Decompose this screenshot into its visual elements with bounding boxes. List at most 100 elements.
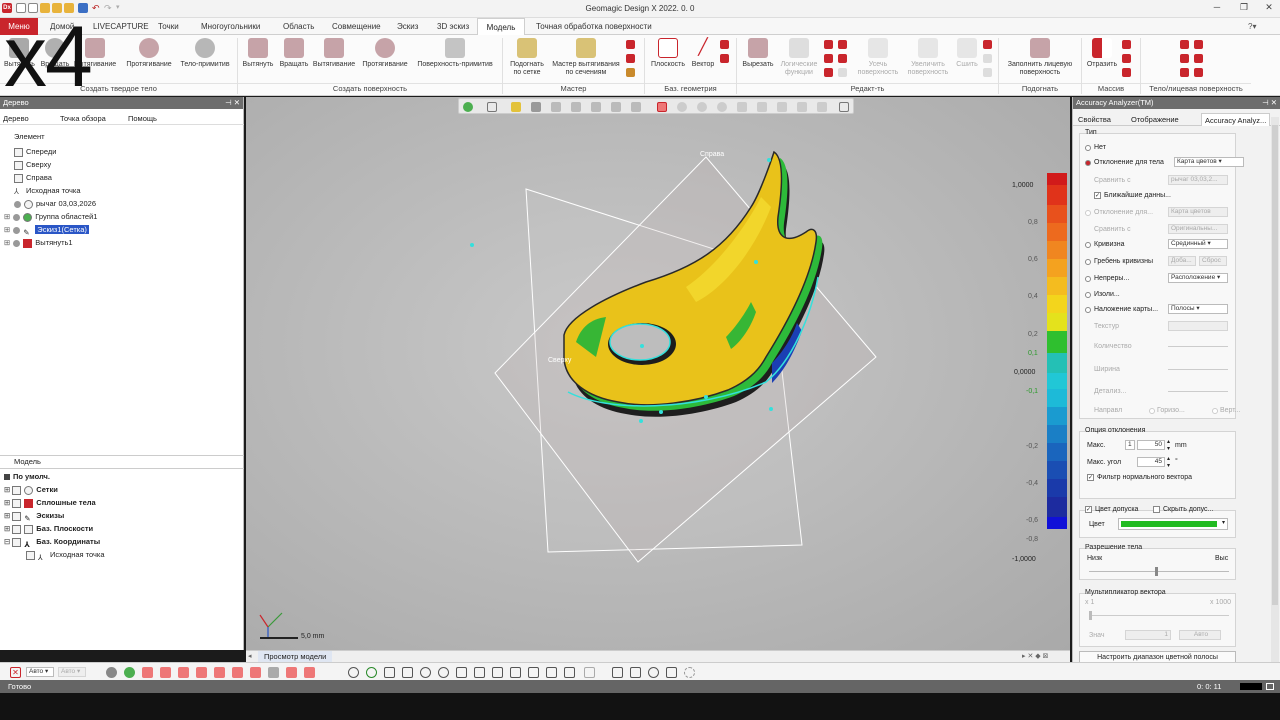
edit-small-icon-1[interactable] [824,40,833,49]
color-scale-bar[interactable] [1046,173,1070,573]
select-box-icon[interactable] [384,667,395,678]
tree-item-right[interactable]: Справа [14,171,52,184]
visibility-dot-icon[interactable] [13,239,21,247]
pattern-small-icon-2[interactable] [1122,54,1131,63]
select-region-icon[interactable] [366,667,377,678]
radio-deviation2[interactable] [1085,210,1091,216]
filter-region-icon[interactable] [124,667,135,678]
boolean-button[interactable]: Логические функции [776,38,822,77]
measure-3-icon[interactable] [648,667,659,678]
filter-vector-icon[interactable] [286,667,297,678]
settings-icon[interactable] [684,667,695,678]
nearest-checkbox[interactable]: ✓ [1094,192,1101,199]
plane-button[interactable]: Плоскость [648,38,688,69]
edit-small-icon-4[interactable] [838,54,847,63]
master-small-icon-1[interactable] [626,40,635,49]
visibility-checkbox[interactable] [12,498,22,508]
collapse-icon[interactable]: ⊟ [4,537,10,546]
value-input[interactable]: 1 [1125,630,1171,640]
filter-vertex-icon[interactable] [178,667,189,678]
panel-scrollbar[interactable] [1271,117,1279,662]
measure-icon[interactable] [612,667,623,678]
model-view-tab[interactable]: Просмотр модели [258,651,333,662]
visibility-checkbox[interactable] [12,524,22,534]
surface-primitive-button[interactable]: Поверхность-примитив [412,38,498,69]
select-mode-1-select[interactable]: Авто ▾ [26,667,54,677]
tolerance-color-picker[interactable]: ▾ [1118,518,1228,530]
auto-value-button[interactable]: Авто [1179,630,1221,640]
measure-4-icon[interactable] [666,667,677,678]
tab-scroll-left-icon[interactable]: ◂ [248,652,252,660]
filter-curve-icon[interactable] [232,667,243,678]
vector-mult-slider[interactable] [1089,611,1229,620]
select-mode-2-select[interactable]: Авто ▾ [58,667,86,677]
model-item-origin[interactable]: ⅄ Исходная точка [26,548,105,562]
tab-region[interactable]: Область [278,18,319,35]
edit-small-icon-8[interactable] [983,54,992,63]
tab-3d-sketch[interactable]: 3D эскиз [432,18,474,35]
compare2-select[interactable]: Оригинальны... [1168,224,1228,234]
radio-horizontal[interactable] [1149,408,1155,414]
layout-icon[interactable] [584,667,595,678]
expand-icon[interactable]: ⊞ [4,485,10,494]
tree-item-origin[interactable]: ⅄ Исходная точка [14,184,81,197]
width-slider[interactable] [1168,369,1228,370]
expand-icon[interactable]: ⊞ [4,225,10,234]
expand-icon[interactable]: ⊞ [4,524,10,533]
tab-help[interactable]: Помощь [128,114,157,123]
visibility-checkbox[interactable] [12,511,22,521]
vector-button[interactable]: ╱ Вектор [688,38,718,69]
tab-accuracy-analyzer[interactable]: Accuracy Analyz... [1201,113,1271,126]
deviation2-select[interactable]: Карта цветов [1168,207,1228,217]
body-small-icon-5[interactable] [1180,68,1189,77]
mesh-fit-button[interactable]: Подогнать по сетке [506,38,548,77]
deviation-select[interactable]: Карта цветов ▾ [1174,157,1244,167]
cut-button[interactable]: Вырезать [740,38,776,69]
geom-small-icon-2[interactable] [720,54,729,63]
tab-scroll-right-icon[interactable]: ▸ ✕ ◆ ⊠ [1022,652,1048,660]
filter-edge-icon[interactable] [160,667,171,678]
count-slider[interactable] [1168,346,1228,347]
part-hole[interactable] [609,323,671,361]
comb-reset-button[interactable]: Сброс [1199,256,1227,266]
max-unit-toggle[interactable]: 1 [1125,440,1135,450]
max-input[interactable]: 50 [1137,440,1165,450]
visibility-checkbox[interactable] [12,485,22,495]
select-extend-icon[interactable] [492,667,503,678]
texture-select[interactable] [1168,321,1228,331]
minimize-icon[interactable]: ─ [1206,2,1228,15]
model-item-ref-coords[interactable]: ⊟ ⅄ Баз. Координаты [4,535,100,549]
body-small-icon-3[interactable] [1180,54,1189,63]
filter-point-icon[interactable] [250,667,261,678]
solid-loft-button[interactable]: Протягивание [122,38,176,69]
tab-livecapture[interactable]: LIVECAPTURE [88,18,154,35]
overlay-select[interactable]: Полосы ▾ [1168,304,1228,314]
loft-wizard-button[interactable]: Мастер вытягивания по сечениям [548,38,624,77]
expand-icon[interactable]: ⊞ [4,498,10,507]
tab-model[interactable]: Модель [477,18,525,35]
tab-polygons[interactable]: Многоугольники [196,18,265,35]
visibility-dot-icon[interactable] [13,213,21,221]
edit-small-icon-6[interactable] [838,68,847,77]
select-visible-icon[interactable] [528,667,539,678]
body-small-icon-6[interactable] [1194,68,1203,77]
body-small-icon-1[interactable] [1180,40,1189,49]
resolution-slider[interactable] [1089,567,1229,576]
select-filter-icon[interactable]: ✕ [10,667,21,678]
select-polyline-icon[interactable] [402,667,413,678]
surface-sweep-button[interactable]: Вытягивание [310,38,358,69]
model-item-sketches[interactable]: ⊞ ✎ Эскизы [4,509,64,523]
select-all-icon[interactable] [348,667,359,678]
panel-pin-close-icon[interactable]: ⊣ ✕ [225,97,240,109]
model-item-ref-planes[interactable]: ⊞ Баз. Плоскости [4,522,93,535]
select-invert-icon[interactable] [546,667,557,678]
tab-display[interactable]: Отображение [1131,115,1179,124]
radio-isoline[interactable] [1085,292,1091,298]
tab-properties[interactable]: Свойства [1078,115,1111,124]
master-small-icon-3[interactable] [626,68,635,77]
radio-deviation[interactable] [1085,160,1091,166]
radio-curvature[interactable] [1085,242,1091,248]
angle-spinner-icon[interactable]: ▴ ▾ [1167,455,1170,469]
measure-2-icon[interactable] [630,667,641,678]
help-icon[interactable]: ?▾ [1248,22,1256,31]
